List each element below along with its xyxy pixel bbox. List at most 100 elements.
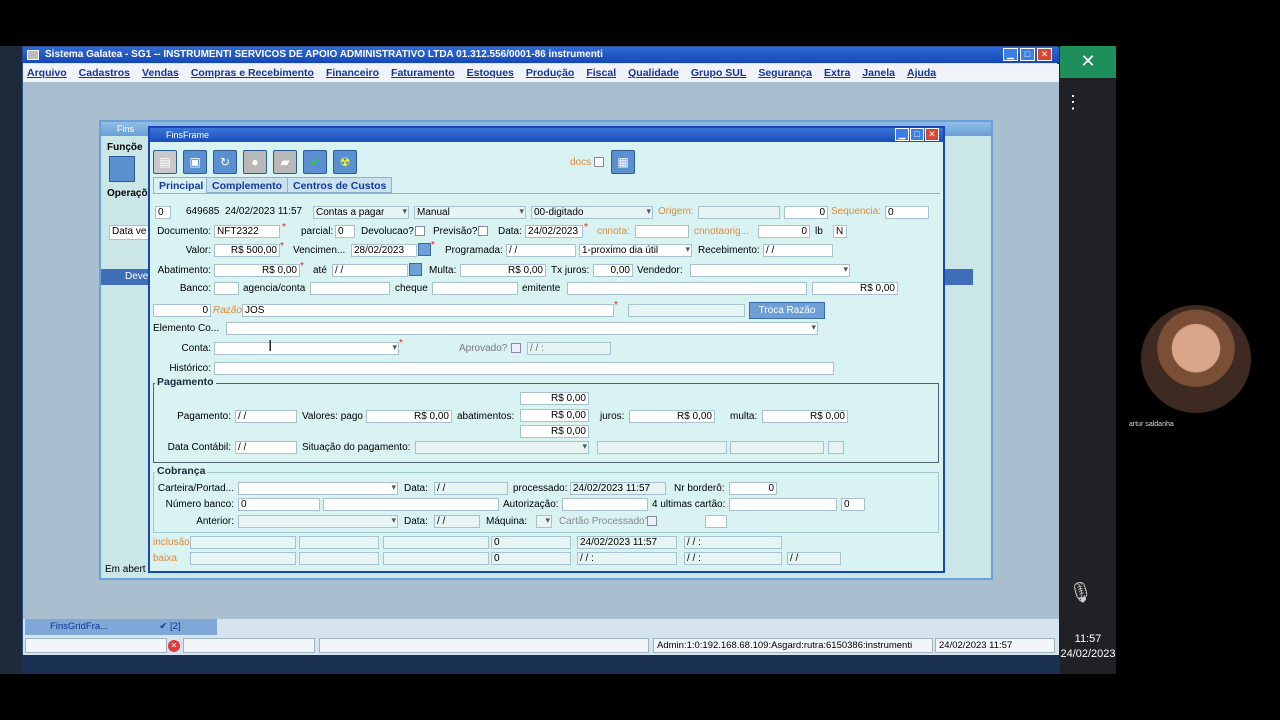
maquina-select[interactable] <box>536 515 552 528</box>
troca-razao-button[interactable]: Troca Razão <box>749 302 825 319</box>
aprovado-checkbox[interactable] <box>511 343 521 353</box>
menu-producao[interactable]: Produção <box>526 64 580 82</box>
radioactive-icon[interactable]: ☢ <box>333 150 357 174</box>
seq-zero-field[interactable]: 0 <box>155 206 171 219</box>
abat-mid-field[interactable]: R$ 0,00 <box>520 409 589 422</box>
docs-checkbox[interactable] <box>594 157 604 167</box>
origem-number[interactable]: 0 <box>784 206 828 219</box>
contabil-field[interactable]: / / <box>235 441 297 454</box>
cartao-field[interactable] <box>729 498 837 511</box>
valores-pago-field[interactable]: R$ 0,00 <box>366 410 452 423</box>
task-finsgrid[interactable]: FinsGridFra... <box>25 619 133 635</box>
frame-close-icon[interactable]: ✕ <box>925 128 939 141</box>
valor-field[interactable]: R$ 500,00 <box>214 244 280 257</box>
processado-field[interactable]: 24/02/2023 11:57 <box>570 482 666 495</box>
frame-maximize-icon[interactable]: □ <box>910 128 924 141</box>
close-icon[interactable]: ✕ <box>1037 48 1052 61</box>
juros-field[interactable]: R$ 0,00 <box>629 410 715 423</box>
numbanco-field[interactable]: 0 <box>238 498 320 511</box>
microphone-icon[interactable]: 🎙 <box>1068 580 1093 605</box>
situacao-select[interactable] <box>415 441 589 454</box>
situacao-extra-2[interactable] <box>730 441 824 454</box>
documento-field[interactable]: NFT2322 <box>214 225 280 238</box>
cobr-data2-field[interactable]: / / <box>434 515 480 528</box>
agencia-field[interactable] <box>310 282 390 295</box>
sequencia-field[interactable]: 0 <box>885 206 929 219</box>
autorizacao-field[interactable] <box>562 498 648 511</box>
devolucao-checkbox[interactable] <box>415 226 425 236</box>
abat-top-field[interactable]: R$ 0,00 <box>520 392 589 405</box>
emitente-field[interactable] <box>567 282 807 295</box>
prox-select[interactable]: 1-proximo dia útil <box>579 244 692 257</box>
menu-financeiro[interactable]: Financeiro <box>326 64 385 82</box>
bg-data-field[interactable]: Data ve <box>109 225 151 240</box>
previsao-checkbox[interactable] <box>478 226 488 236</box>
modo-select[interactable]: Manual <box>414 206 526 219</box>
razao-field[interactable]: JOS <box>242 304 614 317</box>
cnnota-field[interactable] <box>635 225 689 238</box>
numbanco-extra[interactable] <box>323 498 499 511</box>
menu-seguranca[interactable]: Segurança <box>758 64 818 82</box>
more-options-icon[interactable]: ⋮ <box>1064 92 1082 113</box>
elemento-select[interactable] <box>226 322 818 335</box>
parcial-field[interactable]: 0 <box>335 225 355 238</box>
menu-faturamento[interactable]: Faturamento <box>391 64 461 82</box>
recebimento-field[interactable]: / / <box>763 244 833 257</box>
total-field[interactable]: R$ 0,00 <box>812 282 898 295</box>
film-icon[interactable]: ▦ <box>611 150 635 174</box>
multa-field[interactable]: R$ 0,00 <box>460 264 546 277</box>
stop-icon[interactable]: ● <box>243 150 267 174</box>
origem-field[interactable] <box>698 206 780 219</box>
bordero-field[interactable]: 0 <box>729 482 777 495</box>
aprovado-date[interactable]: / / : <box>527 342 611 355</box>
vendedor-select[interactable] <box>690 264 850 277</box>
data-field[interactable]: 24/02/2023 <box>525 225 583 238</box>
anterior-select[interactable] <box>238 515 398 528</box>
tipo-select[interactable]: Contas a pagar <box>313 206 409 219</box>
folder-icon[interactable] <box>109 156 135 182</box>
menu-arquivo[interactable]: Arquivo <box>27 64 73 82</box>
multa-pag-field[interactable]: R$ 0,00 <box>762 410 848 423</box>
menu-qualidade[interactable]: Qualidade <box>628 64 685 82</box>
cnnotaorig-field[interactable]: 0 <box>758 225 810 238</box>
txjuros-field[interactable]: 0,00 <box>593 264 633 277</box>
menu-ajuda[interactable]: Ajuda <box>907 64 942 82</box>
cartao-num[interactable]: 0 <box>841 498 865 511</box>
tab-complemento[interactable]: Complemento <box>206 177 289 193</box>
menu-cadastros[interactable]: Cadastros <box>79 64 136 82</box>
new-doc-icon[interactable]: ▤ <box>153 150 177 174</box>
programada-field[interactable]: / / <box>506 244 576 257</box>
task-finsframe[interactable]: ✔ [2] <box>123 619 217 635</box>
vencimento-field[interactable]: 28/02/2023 <box>351 244 417 257</box>
close-icon[interactable]: ✕ <box>1060 46 1116 78</box>
calendar-icon[interactable] <box>409 263 422 276</box>
calendar-icon[interactable] <box>418 243 431 256</box>
cobr-extra-field[interactable] <box>705 515 727 528</box>
status-select[interactable]: 00-digitado <box>531 206 653 219</box>
refresh-icon[interactable]: ↻ <box>213 150 237 174</box>
banco-field[interactable] <box>214 282 239 295</box>
error-icon[interactable]: ✕ <box>168 640 180 652</box>
cheque-field[interactable] <box>432 282 518 295</box>
maximize-icon[interactable]: □ <box>1020 48 1035 61</box>
menu-compras[interactable]: Compras e Recebimento <box>191 64 320 82</box>
n-field[interactable]: N <box>833 225 847 238</box>
tab-principal[interactable]: Principal <box>153 177 210 193</box>
menu-extra[interactable]: Extra <box>824 64 856 82</box>
carteira-select[interactable] <box>238 482 398 495</box>
menu-estoques[interactable]: Estoques <box>467 64 520 82</box>
razao-code-field[interactable]: 0 <box>153 304 211 317</box>
abat-bot-field[interactable]: R$ 0,00 <box>520 425 589 438</box>
pagamento-field[interactable]: / / <box>235 410 297 423</box>
situacao-extra-3[interactable] <box>828 441 844 454</box>
comment-icon[interactable]: ▰ <box>273 150 297 174</box>
save-icon[interactable]: ▣ <box>183 150 207 174</box>
cobr-data-field[interactable]: / / <box>434 482 508 495</box>
menu-vendas[interactable]: Vendas <box>142 64 185 82</box>
situacao-extra-1[interactable] <box>597 441 727 454</box>
menu-fiscal[interactable]: Fiscal <box>586 64 622 82</box>
frame-minimize-icon[interactable]: ▁ <box>895 128 909 141</box>
razao-extra-field[interactable] <box>628 304 745 317</box>
ate-field[interactable]: / / <box>332 264 408 277</box>
minimize-icon[interactable]: ▁ <box>1003 48 1018 61</box>
